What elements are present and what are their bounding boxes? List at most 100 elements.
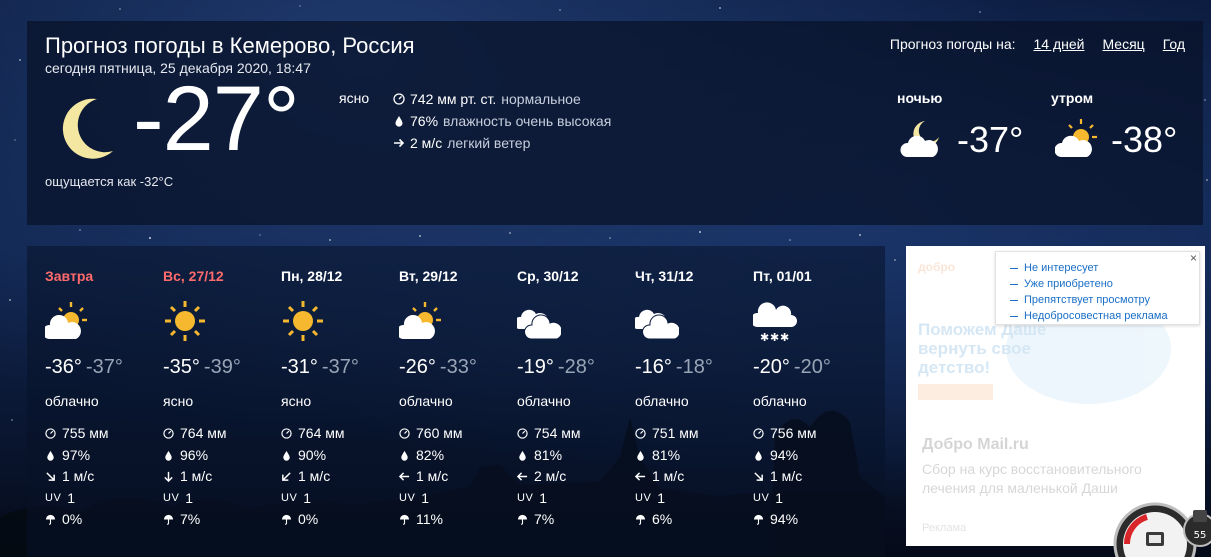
day-humidity-row: 81%: [517, 445, 581, 467]
ad-option-blocks-view[interactable]: Препятствует просмотру: [1010, 292, 1189, 308]
sun-cloud-icon: [1055, 119, 1097, 157]
day-precip-row: 0%: [45, 509, 109, 531]
umbrella-icon: [45, 515, 56, 525]
current-weather-panel: Прогноз погоды в Кемерово, Россия сегодн…: [27, 21, 1203, 225]
ad-option-unfair-ad[interactable]: Недобросовестная реклама: [1010, 308, 1189, 324]
day-condition: облачно: [45, 393, 99, 409]
close-icon[interactable]: ×: [1190, 251, 1197, 265]
forecast-period-label: Прогноз погоды на:: [889, 36, 1016, 52]
day-precip-row: 7%: [517, 509, 581, 531]
day-wind: 1 м/с: [62, 468, 95, 484]
ad-option-not-interested[interactable]: Не интересует: [1010, 260, 1189, 276]
pressure-row: 742 мм рт. ст. нормальное: [393, 88, 611, 110]
uv-label: UV: [635, 491, 652, 504]
day-uv: 1: [775, 489, 784, 506]
current-temperature: -27°: [133, 68, 300, 170]
sun-cloud-icon: [396, 299, 443, 343]
day-forecast-column[interactable]: Вс, 27/12 -35° -39° ясно 764 мм 96% 1 м/с UV 1 7%: [145, 246, 263, 557]
umbrella-icon: [753, 515, 764, 525]
speed-gauge-widget[interactable]: 55: [1112, 486, 1211, 557]
ad-footer: Реклама: [922, 522, 967, 534]
uv-label: UV: [45, 491, 62, 504]
day-forecast-column[interactable]: Вт, 29/12 -26° -33° облачно 760 мм 82% 1 м/с UV…: [381, 246, 499, 557]
day-min-temp: -33°: [439, 356, 477, 378]
day-humidity: 97%: [62, 446, 91, 463]
night-label: ночью: [897, 90, 943, 106]
day-wind: 1 м/с: [652, 468, 685, 484]
day-forecast-column[interactable]: Завтра -36° -37° облачно 755 мм 97% 1 м/с UV 1 0%: [27, 246, 145, 557]
day-precipitation: 94%: [770, 511, 799, 527]
pressure-note: нормальное: [501, 91, 581, 107]
day-condition: облачно: [753, 393, 807, 409]
day-pressure-row: 764 мм: [163, 423, 227, 445]
cloud-icon: [513, 299, 563, 343]
droplet-icon: [401, 450, 408, 461]
umbrella-icon: [517, 515, 528, 525]
day-min-temp: -37°: [85, 356, 123, 378]
day-forecast-column[interactable]: Чт, 31/12 -16° -18° облачно 751 мм 81% 1 м/с UV…: [617, 246, 735, 557]
day-uv-row: UV 1: [45, 488, 109, 510]
day-temperatures: -16° -18°: [635, 356, 713, 379]
day-min-temp: -37°: [321, 356, 359, 378]
droplet-icon: [395, 116, 403, 127]
day-uv: 1: [303, 489, 312, 506]
day-stats: 755 мм 97% 1 м/с UV 1 0%: [45, 423, 109, 531]
link-14-days[interactable]: 14 дней: [1034, 36, 1085, 52]
day-pressure: 751 мм: [652, 425, 699, 441]
droplet-icon: [519, 450, 526, 461]
link-year[interactable]: Год: [1163, 36, 1185, 52]
humidity-note: влажность очень высокая: [443, 113, 612, 129]
sun-cloud-icon: [42, 299, 89, 343]
wind-arrow-icon: [164, 472, 173, 483]
morning-temperature: -38°: [1111, 119, 1178, 160]
wind-arrow-icon: [46, 472, 55, 482]
day-stats: 754 мм 81% 2 м/с UV 1 7%: [517, 423, 581, 531]
uv-label: UV: [399, 491, 416, 504]
wind-value: 2 м/с: [410, 135, 443, 151]
arrow-right-icon: [394, 138, 405, 148]
day-temperatures: -35° -39°: [163, 356, 241, 379]
forecast-period-nav: Прогноз погоды на: 14 дней Месяц Год: [890, 36, 1185, 52]
uv-label: UV: [753, 491, 770, 504]
day-forecast-column[interactable]: Ср, 30/12 -19° -28° облачно 754 мм 81% 2 м/с UV…: [499, 246, 617, 557]
day-wind-row: 2 м/с: [517, 466, 581, 488]
day-wind-row: 1 м/с: [753, 466, 817, 488]
day-uv: 1: [67, 489, 76, 506]
moon-icon: [62, 98, 113, 159]
day-uv-row: UV 1: [635, 488, 699, 510]
gauge-icon: [393, 93, 405, 105]
ad-feedback-menu: Не интересует Уже приобретено Препятству…: [995, 251, 1200, 325]
day-pressure-row: 756 мм: [753, 423, 817, 445]
day-uv-row: UV 1: [517, 488, 581, 510]
gauge-icon: [399, 428, 410, 439]
day-temperatures: -20° -20°: [753, 356, 831, 379]
gauge-icon: [163, 428, 174, 439]
day-precipitation: 0%: [62, 511, 83, 527]
wind-arrow-icon: [635, 472, 646, 481]
day-uv: 1: [657, 489, 666, 506]
day-condition: облачно: [399, 393, 453, 409]
day-name: Вт, 29/12: [399, 268, 458, 284]
svg-text:✱: ✱: [780, 331, 789, 343]
wind-arrow-icon: [517, 472, 528, 481]
day-temperatures: -19° -28°: [517, 356, 595, 379]
ad-option-already-bought[interactable]: Уже приобретено: [1010, 276, 1189, 292]
day-forecast-column[interactable]: Пн, 28/12 -31° -37° ясно 764 мм 90% 1 м/с UV 1 0%: [263, 246, 381, 557]
ad-cta-button: [918, 384, 993, 400]
wind-arrow-icon: [399, 472, 410, 481]
day-wind: 1 м/с: [416, 468, 449, 484]
daily-forecast-panel: Завтра -36° -37° облачно 755 мм 97% 1 м/с UV 1 0%…: [27, 246, 885, 557]
page-title: Прогноз погоды в Кемерово, Россия: [45, 33, 415, 58]
day-forecast-column[interactable]: Пт, 01/01 ✱ ✱ ✱ -20° -20° облачно 756 мм 94% 1 м/…: [735, 246, 853, 557]
day-wind: 1 м/с: [180, 468, 213, 484]
day-humidity: 90%: [298, 446, 327, 463]
day-min-temp: -28°: [557, 356, 595, 378]
day-max-temp: -36°: [45, 356, 82, 378]
wind-arrow-icon: [754, 472, 763, 482]
day-min-temp: -20°: [793, 356, 831, 378]
day-max-temp: -20°: [753, 356, 790, 378]
link-month[interactable]: Месяц: [1102, 36, 1144, 52]
day-wind: 2 м/с: [534, 468, 567, 484]
day-humidity: 81%: [652, 446, 681, 463]
day-precipitation: 7%: [534, 511, 555, 527]
